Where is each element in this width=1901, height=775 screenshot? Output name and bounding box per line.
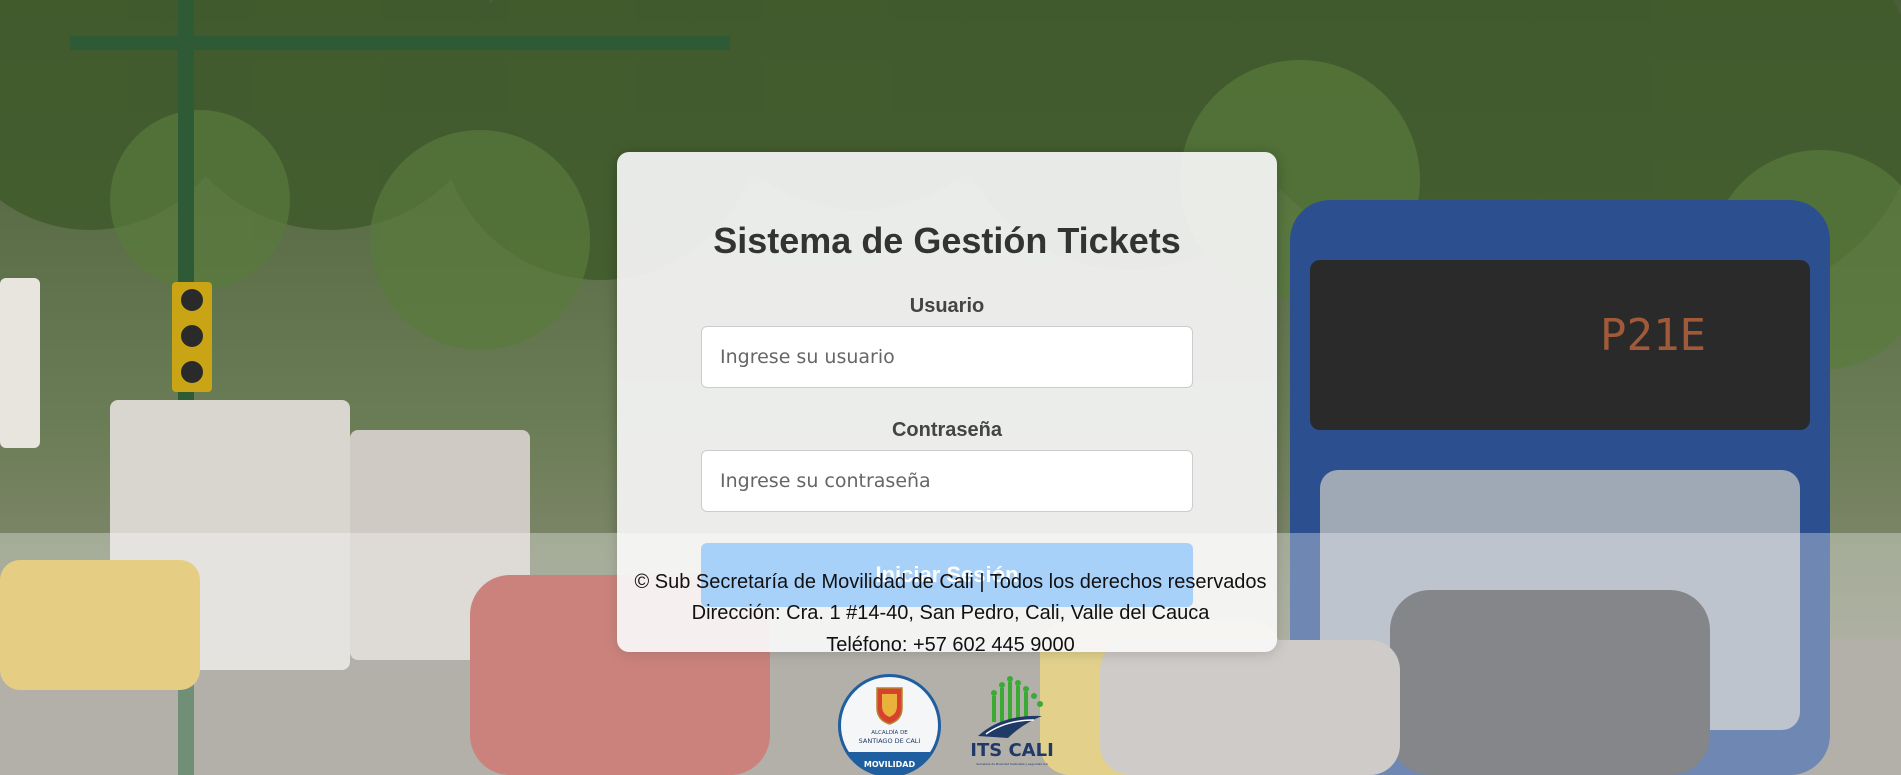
password-label: Contraseña <box>891 419 1003 441</box>
svg-text:P21E: P21E <box>1600 310 1706 361</box>
its-cali-logo: ITS CALI Secretaría de Movilidad Sosteni… <box>972 676 1062 772</box>
username-input[interactable] <box>701 326 1193 388</box>
footer-copyright: © Sub Secretaría de Movilidad de Cali | … <box>634 571 1267 593</box>
logo-text-line1: ALCALDÍA DE <box>871 729 908 736</box>
footer-phone: Teléfono: +57 602 445 9000 <box>826 634 1075 656</box>
page-title: Sistema de Gestión Tickets <box>713 220 1181 261</box>
its-logo-tagline: Secretaría de Movilidad Sostenible y seg… <box>976 762 1048 766</box>
logo-text-line2: SANTIAGO DE CALI <box>859 737 921 745</box>
its-logo-name: ITS CALI <box>972 740 1054 761</box>
footer: © Sub Secretaría de Movilidad de Cali | … <box>0 533 1901 775</box>
password-input[interactable] <box>701 450 1193 512</box>
username-label: Usuario <box>909 295 985 317</box>
logo-text-band: MOVILIDAD <box>864 760 916 769</box>
footer-address: Dirección: Cra. 1 #14-40, San Pedro, Cal… <box>691 602 1210 624</box>
login-page: P21E Sistema de Gestión Tickets Usuario … <box>0 0 1901 775</box>
alcaldia-movilidad-logo: ALCALDÍA DE SANTIAGO DE CALI MOVILIDAD <box>838 674 941 775</box>
